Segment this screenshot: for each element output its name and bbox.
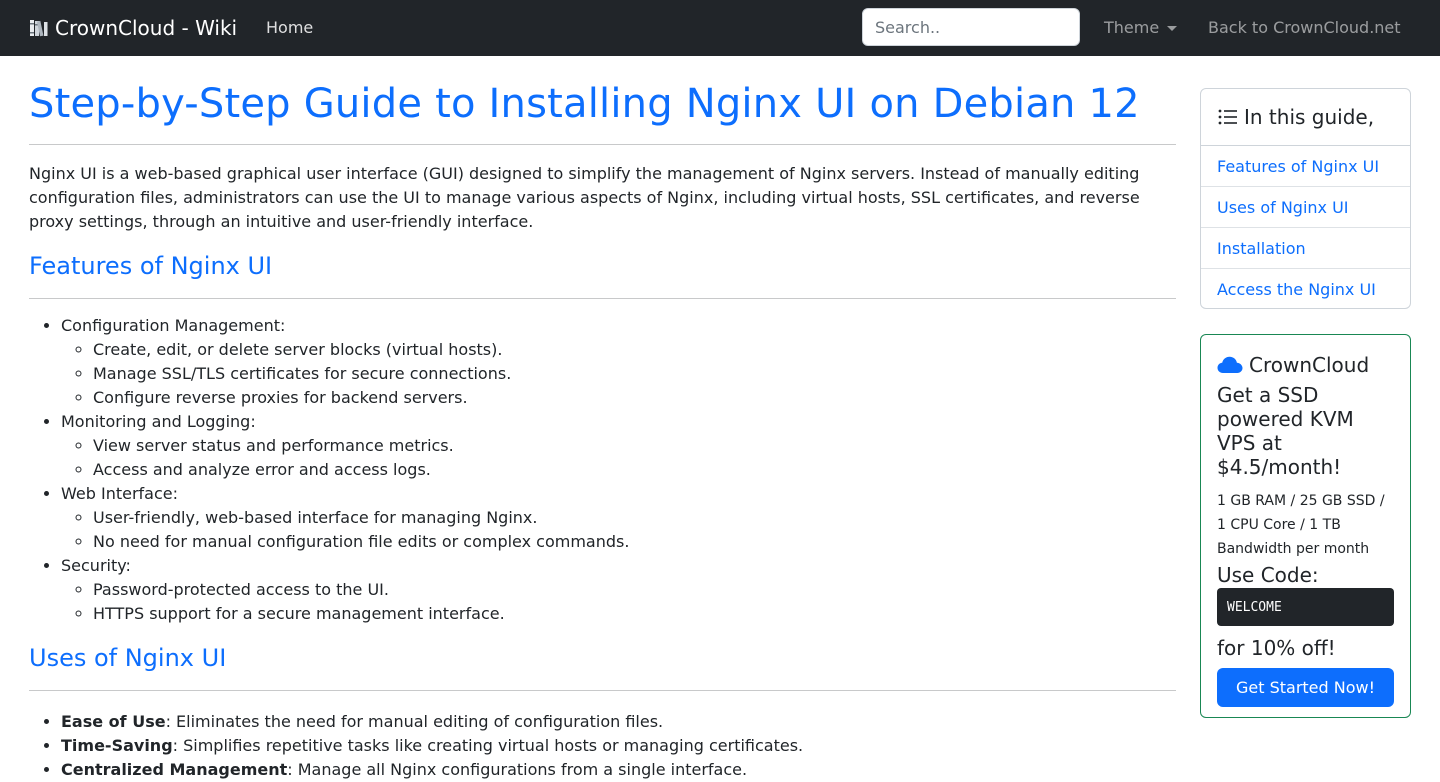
search-input[interactable]	[862, 8, 1080, 46]
feature-item: View server status and performance metri…	[93, 434, 1176, 458]
theme-label: Theme	[1104, 18, 1160, 37]
feature-item: Configure reverse proxies for backend se…	[93, 386, 1176, 410]
brand-link[interactable]: CrownCloud - Wiki	[29, 14, 237, 42]
promo-brand: CrownCloud	[1217, 351, 1394, 379]
features-list: Configuration Management: Create, edit, …	[29, 314, 1176, 626]
theme-dropdown[interactable]: Theme	[1104, 16, 1178, 40]
feature-item: User-friendly, web-based interface for m…	[93, 506, 1176, 530]
feature-sublist: Password-protected access to the UI. HTT…	[61, 578, 1176, 626]
caret-down-icon	[1167, 25, 1178, 31]
use-item: Centralized Management: Manage all Nginx…	[61, 758, 1176, 782]
use-term: Centralized Management	[61, 760, 288, 779]
feature-group: Monitoring and Logging: View server stat…	[61, 410, 1176, 482]
nav-home-link[interactable]: Home	[266, 16, 313, 40]
top-navbar: CrownCloud - Wiki Home Theme Back to Cro…	[0, 0, 1440, 56]
features-heading: Features of Nginx UI	[29, 252, 273, 280]
promo-discount: for 10% off!	[1217, 636, 1336, 660]
uses-divider	[29, 690, 1176, 691]
promo-brand-text: CrownCloud	[1249, 353, 1370, 377]
uses-list: Ease of Use: Eliminates the need for man…	[29, 710, 1176, 782]
feature-item: Manage SSL/TLS certificates for secure c…	[93, 362, 1176, 386]
promo-headline: Get a SSD powered KVM VPS at $4.5/month!	[1217, 383, 1354, 479]
promo-specs: 1 GB RAM / 25 GB SSD / 1 CPU Core / 1 TB…	[1217, 493, 1385, 557]
feature-group: Security: Password-protected access to t…	[61, 554, 1176, 626]
page-title: Step-by-Step Guide to Installing Nginx U…	[29, 81, 1140, 127]
feature-item: Access and analyze error and access logs…	[93, 458, 1176, 482]
toc-card: In this guide, Features of Nginx UI Uses…	[1200, 88, 1411, 309]
feature-sublist: Create, edit, or delete server blocks (v…	[61, 338, 1176, 410]
use-desc: : Eliminates the need for manual editing…	[165, 712, 664, 731]
toc-link-access[interactable]: Access the Nginx UI	[1201, 269, 1410, 308]
feature-item: Password-protected access to the UI.	[93, 578, 1176, 602]
promo-card: CrownCloud Get a SSD powered KVM VPS at …	[1200, 334, 1411, 718]
features-divider	[29, 298, 1176, 299]
feature-group-label: Security:	[61, 556, 131, 575]
feature-item: HTTPS support for a secure management in…	[93, 602, 1176, 626]
use-item: Time-Saving: Simplifies repetitive tasks…	[61, 734, 1176, 758]
uses-heading: Uses of Nginx UI	[29, 644, 227, 672]
back-to-crowncloud-link[interactable]: Back to CrownCloud.net	[1208, 16, 1401, 40]
cloud-icon	[1217, 356, 1243, 373]
feature-item: Create, edit, or delete server blocks (v…	[93, 338, 1176, 362]
brand-text: CrownCloud - Wiki	[55, 16, 238, 40]
toc-link-installation[interactable]: Installation	[1201, 228, 1410, 269]
toc-link-features[interactable]: Features of Nginx UI	[1201, 146, 1410, 187]
toc-header: In this guide,	[1201, 89, 1410, 146]
intro-paragraph: Nginx UI is a web-based graphical user i…	[29, 164, 1140, 231]
feature-group: Web Interface: User-friendly, web-based …	[61, 482, 1176, 554]
get-started-button[interactable]: Get Started Now!	[1217, 668, 1394, 707]
coupon-code: WELCOME	[1217, 588, 1394, 626]
list-icon	[1218, 109, 1237, 125]
promo-use-code-label: Use Code:	[1217, 563, 1319, 587]
article-content: Step-by-Step Guide to Installing Nginx U…	[29, 56, 1176, 782]
toc-title: In this guide,	[1244, 105, 1375, 129]
use-term: Time-Saving	[61, 736, 173, 755]
books-icon	[30, 20, 48, 37]
feature-item: No need for manual configuration file ed…	[93, 530, 1176, 554]
feature-sublist: User-friendly, web-based interface for m…	[61, 506, 1176, 554]
use-desc: : Manage all Nginx configurations from a…	[287, 760, 748, 779]
feature-sublist: View server status and performance metri…	[61, 434, 1176, 482]
toc-link-uses[interactable]: Uses of Nginx UI	[1201, 187, 1410, 228]
feature-group-label: Web Interface:	[61, 484, 178, 503]
use-item: Ease of Use: Eliminates the need for man…	[61, 710, 1176, 734]
title-divider	[29, 144, 1176, 145]
feature-group-label: Configuration Management:	[61, 316, 286, 335]
use-desc: : Simplifies repetitive tasks like creat…	[172, 736, 804, 755]
use-term: Ease of Use	[61, 712, 166, 731]
feature-group-label: Monitoring and Logging:	[61, 412, 256, 431]
feature-group: Configuration Management: Create, edit, …	[61, 314, 1176, 410]
